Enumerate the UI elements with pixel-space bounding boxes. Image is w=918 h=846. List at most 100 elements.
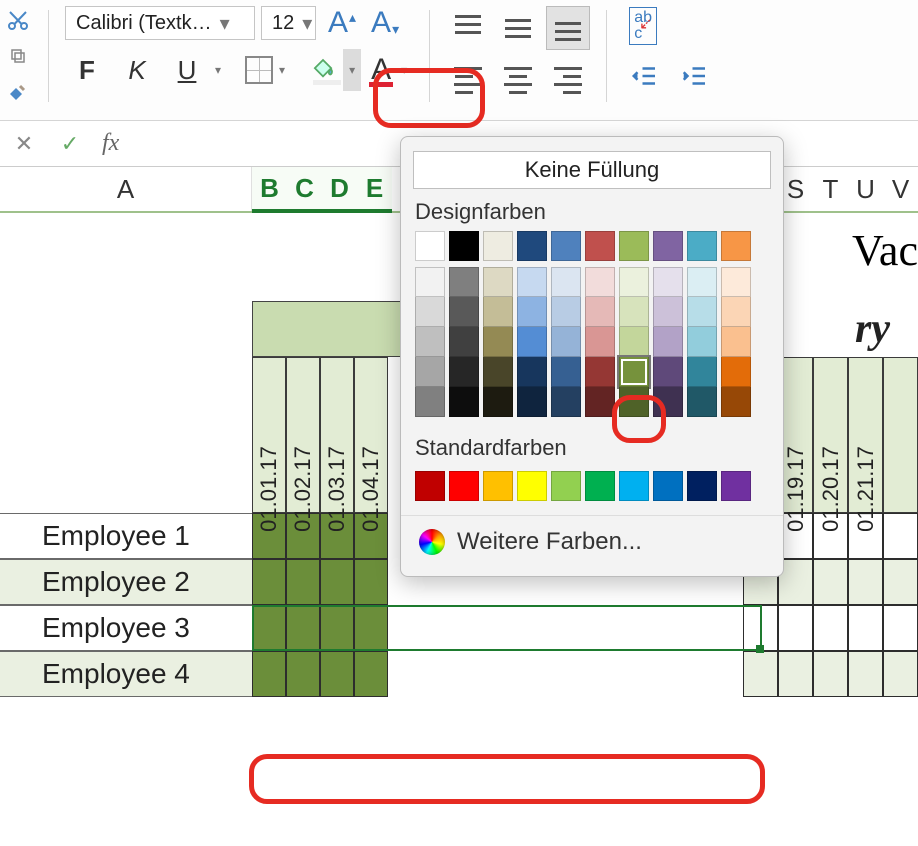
column-header[interactable]: B: [252, 167, 287, 213]
borders-button[interactable]: ▾: [245, 56, 291, 84]
color-swatch[interactable]: [687, 357, 717, 387]
grid-cell[interactable]: [286, 605, 320, 651]
color-swatch[interactable]: [551, 267, 581, 297]
color-swatch[interactable]: [619, 357, 649, 387]
color-swatch[interactable]: [517, 471, 547, 501]
column-header[interactable]: D: [322, 167, 357, 213]
color-swatch[interactable]: [551, 297, 581, 327]
grid-cell[interactable]: [252, 605, 286, 651]
column-header[interactable]: C: [287, 167, 322, 213]
grid-cell[interactable]: [320, 605, 354, 651]
color-swatch[interactable]: [551, 387, 581, 417]
color-swatch[interactable]: [687, 327, 717, 357]
color-swatch[interactable]: [687, 231, 717, 261]
color-swatch[interactable]: [653, 267, 683, 297]
copy-icon[interactable]: [4, 42, 32, 70]
color-swatch[interactable]: [721, 471, 751, 501]
color-swatch[interactable]: [653, 471, 683, 501]
decrease-indent-button[interactable]: [623, 54, 667, 98]
color-swatch[interactable]: [721, 357, 751, 387]
color-swatch[interactable]: [619, 471, 649, 501]
align-center-button[interactable]: [496, 58, 540, 102]
grid-cell[interactable]: [848, 605, 883, 651]
grid-cell[interactable]: [883, 559, 918, 605]
color-swatch[interactable]: [449, 357, 479, 387]
grid-cell[interactable]: [848, 559, 883, 605]
grid-cell[interactable]: [883, 651, 918, 697]
color-swatch[interactable]: [483, 297, 513, 327]
grid-cell[interactable]: [320, 559, 354, 605]
color-swatch[interactable]: [585, 471, 615, 501]
align-middle-button[interactable]: [496, 6, 540, 50]
color-swatch[interactable]: [721, 231, 751, 261]
color-swatch[interactable]: [585, 231, 615, 261]
color-swatch[interactable]: [415, 297, 445, 327]
wrap-text-button[interactable]: abc: [623, 6, 663, 46]
color-swatch[interactable]: [517, 357, 547, 387]
increase-font-button[interactable]: A▴: [322, 6, 359, 40]
color-swatch[interactable]: [415, 267, 445, 297]
color-swatch[interactable]: [585, 387, 615, 417]
grid-cell[interactable]: [252, 651, 286, 697]
color-swatch[interactable]: [585, 267, 615, 297]
color-swatch[interactable]: [517, 297, 547, 327]
grid-cell[interactable]: [813, 559, 848, 605]
grid-cell[interactable]: [813, 605, 848, 651]
grid-cell[interactable]: [286, 651, 320, 697]
color-swatch[interactable]: [449, 387, 479, 417]
font-family-select[interactable]: Calibri (Textk… ▾: [65, 6, 255, 40]
color-swatch[interactable]: [449, 471, 479, 501]
color-swatch[interactable]: [619, 327, 649, 357]
employee-name-cell[interactable]: Employee 2: [0, 559, 252, 605]
color-swatch[interactable]: [483, 387, 513, 417]
color-swatch[interactable]: [483, 267, 513, 297]
color-swatch[interactable]: [687, 267, 717, 297]
color-swatch[interactable]: [449, 231, 479, 261]
fx-label[interactable]: fx: [102, 130, 119, 157]
color-swatch[interactable]: [585, 357, 615, 387]
employee-name-cell[interactable]: Employee 3: [0, 605, 252, 651]
color-swatch[interactable]: [415, 357, 445, 387]
color-swatch[interactable]: [415, 231, 445, 261]
color-swatch[interactable]: [585, 297, 615, 327]
color-swatch[interactable]: [483, 471, 513, 501]
color-swatch[interactable]: [551, 357, 581, 387]
color-swatch[interactable]: [551, 327, 581, 357]
bold-button[interactable]: F: [65, 48, 109, 92]
color-swatch[interactable]: [653, 357, 683, 387]
color-swatch[interactable]: [449, 267, 479, 297]
color-swatch[interactable]: [551, 231, 581, 261]
align-top-button[interactable]: [446, 6, 490, 50]
color-swatch[interactable]: [653, 327, 683, 357]
color-swatch[interactable]: [449, 297, 479, 327]
grid-cell[interactable]: [813, 651, 848, 697]
grid-cell[interactable]: [778, 651, 813, 697]
color-swatch[interactable]: [483, 231, 513, 261]
align-bottom-button[interactable]: [546, 6, 590, 50]
grid-cell[interactable]: [286, 559, 320, 605]
decrease-font-button[interactable]: A▾: [365, 6, 402, 40]
color-swatch[interactable]: [517, 231, 547, 261]
color-swatch[interactable]: [619, 387, 649, 417]
confirm-icon[interactable]: ✓: [56, 131, 84, 157]
grid-cell[interactable]: [778, 605, 813, 651]
color-swatch[interactable]: [415, 327, 445, 357]
color-swatch[interactable]: [619, 267, 649, 297]
grid-cell[interactable]: [883, 513, 918, 559]
font-size-select[interactable]: 12 ▾: [261, 6, 316, 40]
column-header[interactable]: A: [0, 167, 252, 211]
color-swatch[interactable]: [653, 297, 683, 327]
cancel-icon[interactable]: ✕: [10, 131, 38, 157]
color-swatch[interactable]: [653, 387, 683, 417]
color-swatch[interactable]: [619, 231, 649, 261]
color-swatch[interactable]: [517, 267, 547, 297]
format-painter-icon[interactable]: [4, 78, 32, 106]
color-swatch[interactable]: [483, 357, 513, 387]
color-swatch[interactable]: [415, 471, 445, 501]
italic-button[interactable]: K: [115, 48, 159, 92]
color-swatch[interactable]: [721, 297, 751, 327]
color-swatch[interactable]: [687, 297, 717, 327]
color-swatch[interactable]: [585, 327, 615, 357]
color-swatch[interactable]: [517, 327, 547, 357]
grid-cell[interactable]: [354, 559, 388, 605]
